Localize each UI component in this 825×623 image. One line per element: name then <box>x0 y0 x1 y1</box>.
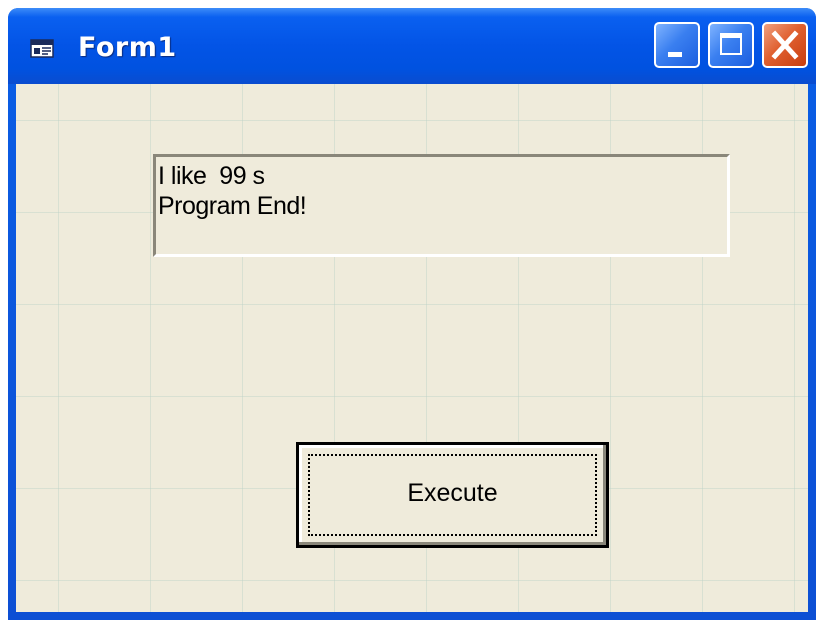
app-window: Form1 I like 99 s Program End! Execute <box>8 8 816 620</box>
form-window-icon[interactable] <box>30 38 56 60</box>
execute-button-label: Execute <box>407 479 498 507</box>
close-icon <box>770 28 800 62</box>
minimize-icon <box>668 52 682 57</box>
execute-button[interactable]: Execute <box>296 442 609 548</box>
window-title: Form1 <box>78 32 177 63</box>
output-line-1: I like 99 s <box>158 162 265 190</box>
maximize-button[interactable] <box>708 22 754 68</box>
output-line-2: Program End! <box>158 192 307 220</box>
maximize-icon <box>720 33 742 55</box>
output-label: I like 99 s Program End! <box>153 154 730 257</box>
close-button[interactable] <box>762 22 808 68</box>
form-client-area: I like 99 s Program End! Execute <box>16 84 808 612</box>
minimize-button[interactable] <box>654 22 700 68</box>
title-bar[interactable]: Form1 <box>8 8 816 84</box>
